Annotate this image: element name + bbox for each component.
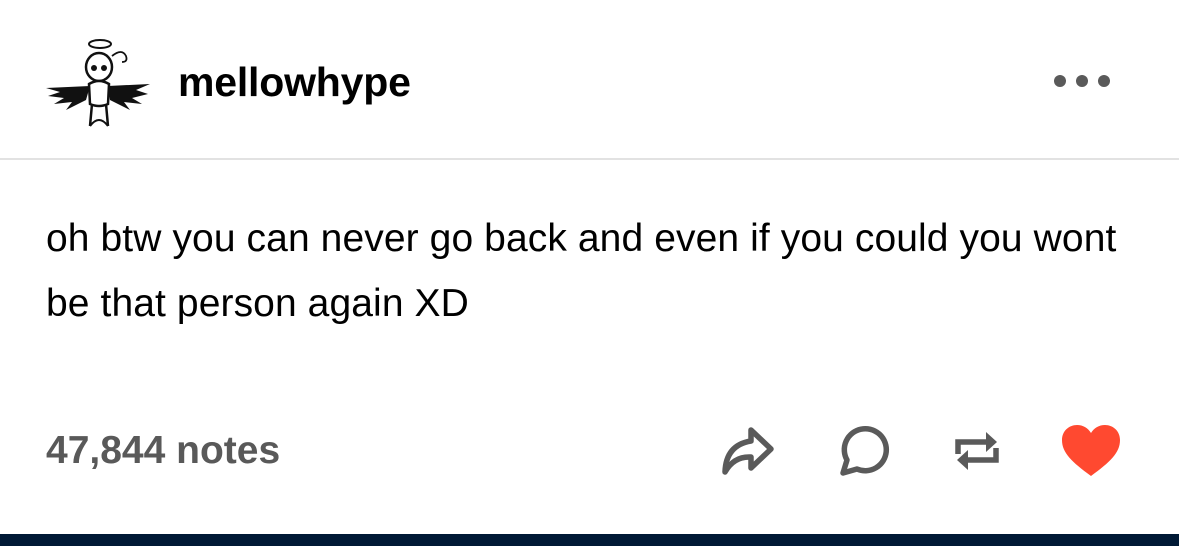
avatar[interactable] (42, 34, 154, 130)
post-header: mellowhype (0, 0, 1179, 160)
like-button[interactable] (1060, 422, 1122, 480)
heart-icon (1062, 425, 1120, 476)
post-card: mellowhype oh btw you can never go back … (0, 0, 1179, 534)
reply-icon (840, 426, 890, 476)
ellipsis-icon (1054, 75, 1110, 87)
angel-avatar-icon (46, 39, 150, 127)
share-icon (722, 427, 774, 475)
post-body-text: oh btw you can never go back and even if… (46, 217, 1117, 325)
share-button[interactable] (716, 422, 778, 480)
reply-button[interactable] (831, 422, 893, 480)
reblog-icon (955, 432, 999, 470)
reblog-button[interactable] (946, 422, 1008, 480)
notes-count-link[interactable]: 47,844 notes (46, 426, 280, 476)
username-link[interactable]: mellowhype (178, 58, 411, 106)
more-options-button[interactable] (1050, 66, 1114, 96)
dashboard-bottom-bar (0, 534, 1179, 546)
